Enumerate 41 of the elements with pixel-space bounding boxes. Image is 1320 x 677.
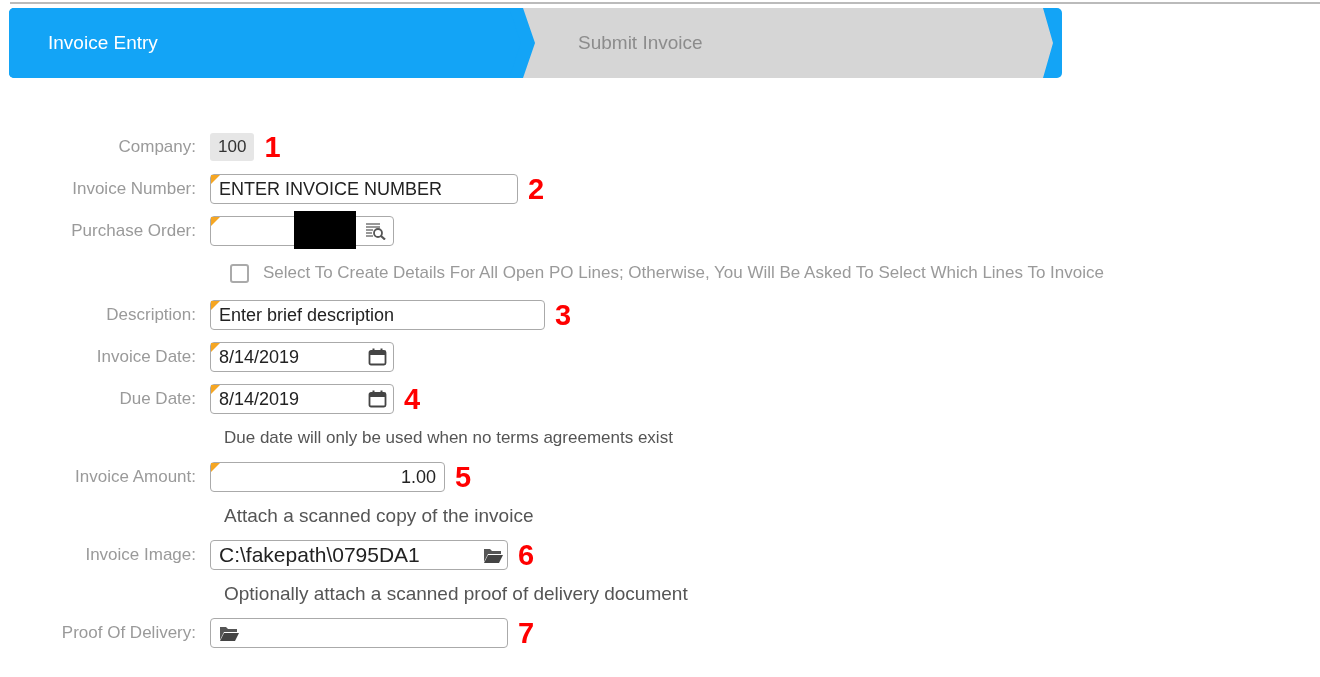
calendar-icon[interactable] — [368, 390, 387, 408]
field-label: Invoice Number: — [71, 179, 197, 199]
callout-number: 1 — [264, 130, 281, 164]
field-label: Invoice Image: — [84, 545, 197, 565]
field-label: Proof Of Delivery: — [60, 623, 197, 643]
callout-number: 2 — [528, 172, 545, 206]
callout-number: 6 — [518, 538, 535, 572]
company-value: 100 — [210, 133, 255, 161]
input-field[interactable]: 1.00 — [210, 462, 445, 492]
redaction-block — [294, 211, 356, 249]
input-field[interactable]: ENTER INVOICE NUMBER — [210, 174, 518, 204]
folder-icon[interactable] — [483, 547, 503, 563]
field-label: Invoice Date: — [95, 347, 197, 367]
field-label: Company: — [117, 137, 197, 157]
file-field[interactable] — [210, 618, 508, 648]
callout-number: 4 — [404, 382, 421, 416]
required-marker — [211, 463, 220, 472]
required-marker — [211, 343, 220, 352]
field-label: Description: — [105, 305, 197, 325]
required-marker — [211, 301, 220, 310]
callout-number: 3 — [555, 298, 572, 332]
help-text: Attach a scanned copy of the invoice — [224, 505, 534, 527]
checkbox[interactable] — [230, 263, 249, 283]
callout-number: 7 — [518, 616, 535, 650]
date-field[interactable]: 8/14/2019 — [210, 384, 394, 414]
required-marker — [211, 217, 220, 226]
search-icon[interactable] — [365, 222, 387, 240]
required-marker — [211, 175, 220, 184]
folder-icon[interactable] — [219, 625, 239, 641]
field-label: Due Date: — [118, 389, 197, 409]
field-label: Invoice Amount: — [74, 467, 197, 487]
checkbox-label: Select To Create Details For All Open PO Lines; Otherwise, You Will Be Asked To Select Which Lines To Invoice — [263, 263, 1104, 283]
help-text: Optionally attach a scanned proof of delivery document — [224, 583, 688, 605]
input-field[interactable]: Enter brief description — [210, 300, 545, 330]
file-field[interactable]: C:\fakepath\0795DA1 — [210, 540, 508, 570]
help-text: Due date will only be used when no terms agreements exist — [224, 428, 673, 448]
required-marker — [211, 385, 220, 394]
date-field[interactable]: 8/14/2019 — [210, 342, 394, 372]
callout-number: 5 — [455, 460, 472, 494]
field-label: Purchase Order: — [70, 221, 197, 241]
calendar-icon[interactable] — [368, 348, 387, 366]
